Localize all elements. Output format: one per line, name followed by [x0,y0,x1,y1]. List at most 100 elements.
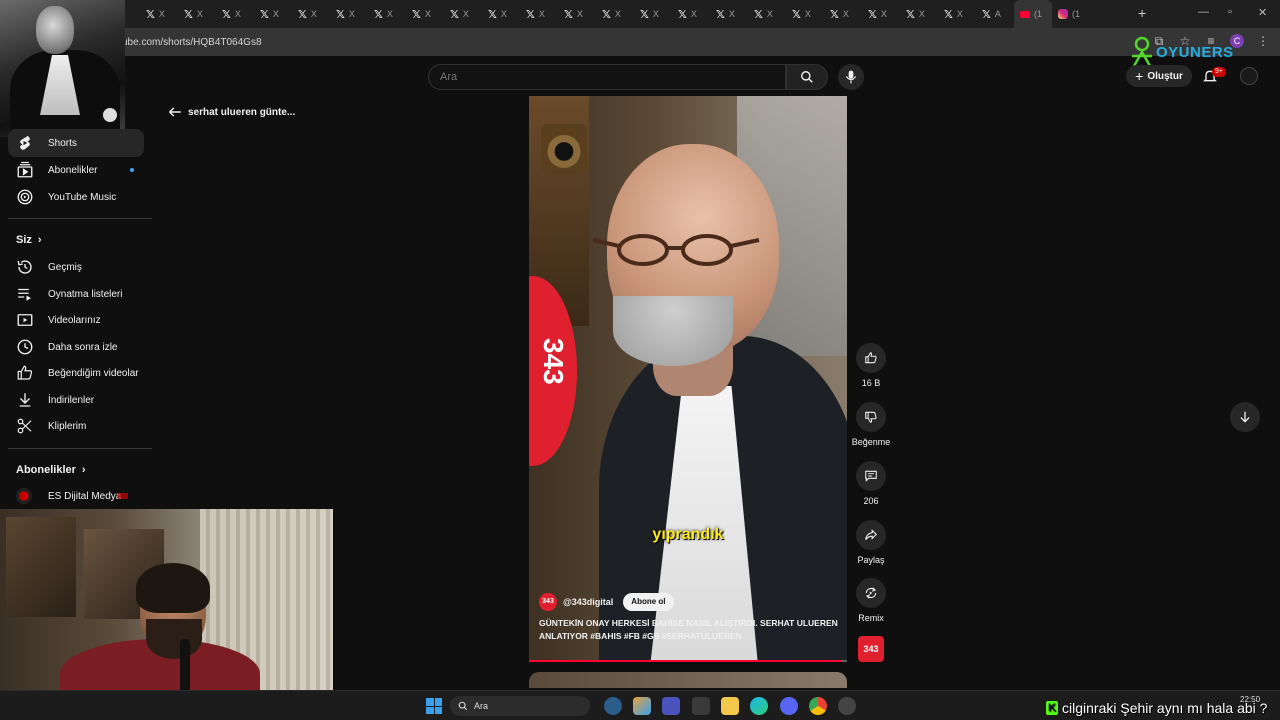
teams-app-icon[interactable] [662,697,680,715]
glasses-shape [592,234,760,266]
browser-tab[interactable]: 𝕏X [482,0,520,28]
browser-tab[interactable]: 𝕏X [216,0,254,28]
channel-avatar[interactable]: 343 [539,593,557,611]
browser-tab[interactable]: 𝕏X [900,0,938,28]
x-icon: 𝕏 [564,8,573,21]
subscriptions-section-header[interactable]: Abonelikler › [16,464,86,476]
comment-count: 206 [863,496,879,506]
like-button[interactable] [856,343,886,373]
browser-tab[interactable]: 𝕏X [824,0,862,28]
arrow-left-icon [168,107,181,117]
search-field[interactable] [428,64,786,90]
edge-browser-icon[interactable] [750,697,768,715]
search-input[interactable] [429,65,785,89]
sidebar-item-liked-videos[interactable]: Beğendiğim videolar [8,359,144,387]
close-window-icon[interactable]: ✕ [1258,6,1267,19]
remix-label: Remix [858,613,884,623]
next-short-preview[interactable] [529,672,847,688]
browser-tab[interactable]: 𝕏X [254,0,292,28]
create-button[interactable]: + Oluştur [1126,65,1192,87]
sidebar-item-label: ES Dijital Medya [48,490,122,502]
subscribe-button[interactable]: Abone ol [623,593,674,611]
next-short-button[interactable] [1230,402,1260,432]
like-action[interactable]: 16 B [851,343,891,388]
store-app-icon[interactable] [692,697,710,715]
sidebar-item-youtube-music[interactable]: YouTube Music [8,183,144,211]
file-explorer-icon[interactable] [721,697,739,715]
x-icon: 𝕏 [602,8,611,21]
sidebar-item-watch-later[interactable]: Daha sonra izle [8,333,144,361]
x-icon: 𝕏 [374,8,383,21]
arrow-down-icon [1240,411,1250,423]
browser-tab[interactable]: 𝕏X [292,0,330,28]
your-videos-icon [17,314,33,326]
browser-tab[interactable]: 𝕏X [558,0,596,28]
browser-tab[interactable]: 𝕏X [330,0,368,28]
address-bar[interactable]: ube.com/shorts/HQB4T064Gs8 [122,37,262,48]
comments-action[interactable]: 206 [851,461,891,506]
browser-tab[interactable]: 𝕏X [748,0,786,28]
discord-app-icon[interactable] [780,697,798,715]
back-to-search-link[interactable]: serhat ulueren günte... [168,106,295,118]
sidebar-item-history[interactable]: Geçmiş [8,253,144,281]
search-icon [801,71,813,83]
browser-tab[interactable]: 𝕏X [444,0,482,28]
instagram-icon [1058,9,1068,19]
browser-tab[interactable]: 𝕏X [672,0,710,28]
browser-tab[interactable]: 𝕏X [368,0,406,28]
browser-tab[interactable]: 𝕏X [938,0,976,28]
video-title[interactable]: GÜNTEKİN ONAY HERKESİ BAHİSE NASIL ALIŞT… [539,617,839,643]
sidebar-divider [8,448,152,449]
windows-start-icon[interactable] [426,698,442,714]
you-section-header[interactable]: Siz › [16,234,42,246]
browser-tab[interactable]: 𝕏X [862,0,900,28]
search-button[interactable] [786,64,828,90]
tab-title: X [918,9,925,19]
channel-handle[interactable]: @343digital [563,597,613,607]
taskbar-search[interactable]: Ara [450,696,590,716]
account-avatar[interactable] [1240,67,1258,85]
sidebar-item-subscriptions[interactable]: Abonelikler [8,156,144,184]
browser-tab[interactable]: (1 [1052,0,1090,28]
x-icon: 𝕏 [146,8,155,21]
more-menu-icon[interactable]: ⋮ [1256,34,1270,48]
obs-app-icon[interactable] [838,697,856,715]
browser-tab[interactable]: 𝕏X [634,0,672,28]
dislike-action[interactable]: Beğenme [851,402,891,447]
browser-tab[interactable]: 𝕏X [406,0,444,28]
channel-thumbnail[interactable]: 343 [858,636,884,662]
browser-tab[interactable]: 𝕏X [520,0,558,28]
new-tab-button[interactable]: + [1138,5,1146,21]
share-button[interactable] [856,520,886,550]
settings-app-icon[interactable] [604,697,622,715]
shorts-video-player[interactable]: 343 yıprandık 343 @343digital Abone ol G… [529,96,847,662]
comments-button[interactable] [856,461,886,491]
browser-tab[interactable]: 𝕏X [710,0,748,28]
share-label: Paylaş [857,555,885,565]
browser-tab[interactable]: 𝕏X [596,0,634,28]
sidebar-item-shorts[interactable]: Shorts [8,129,144,157]
chrome-browser-icon[interactable] [809,697,827,715]
maximize-icon[interactable]: ▫ [1228,6,1232,18]
tab-title: X [348,9,355,19]
share-action[interactable]: Paylaş [851,520,891,565]
portrait-photo-overlay [0,0,125,137]
remix-button[interactable] [856,578,886,608]
remix-action[interactable]: Remix [851,578,891,623]
video-caption: yıprandık [652,526,724,543]
minimize-icon[interactable]: — [1198,6,1209,18]
dislike-button[interactable] [856,402,886,432]
browser-tab[interactable]: 𝕏X [178,0,216,28]
sidebar-item-channel[interactable]: ES Dijital Medya [8,482,144,510]
browser-tab[interactable]: 𝕏X [786,0,824,28]
sidebar-item-playlists[interactable]: Oynatma listeleri [8,280,144,308]
sidebar-item-downloads[interactable]: İndirilenler [8,386,144,414]
voice-search-button[interactable] [838,64,864,90]
sidebar-item-your-videos[interactable]: Videolarınız [8,306,144,334]
copilot-app-icon[interactable] [633,697,651,715]
browser-tab[interactable]: (1 [1014,0,1052,28]
browser-tab[interactable]: 𝕏A [976,0,1014,28]
browser-tab[interactable]: 𝕏X [140,0,178,28]
sidebar-item-clips[interactable]: Kliplerim [8,412,144,440]
video-progress-bar[interactable] [529,660,847,662]
